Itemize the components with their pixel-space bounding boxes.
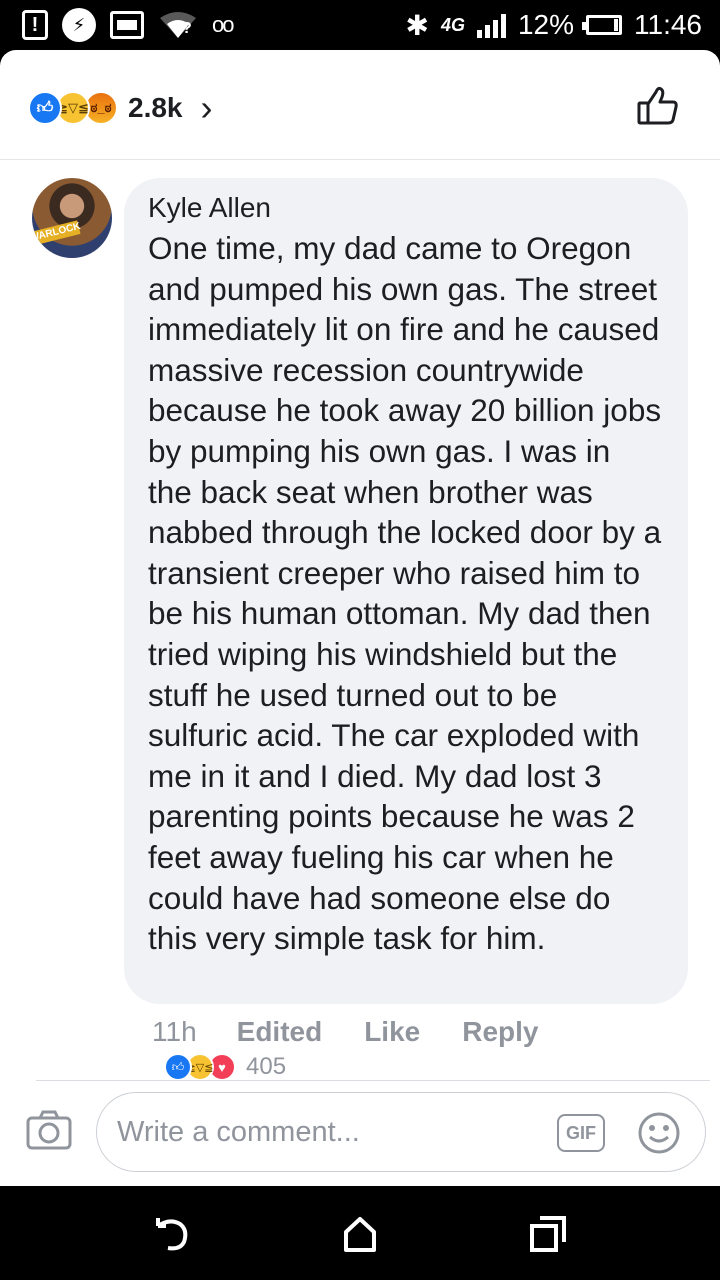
thumbs-up-outline-icon[interactable] bbox=[636, 84, 680, 128]
status-bar-left: ! ⚡ ? oo bbox=[22, 8, 235, 42]
network-type: 4G bbox=[440, 14, 465, 35]
comment-input[interactable] bbox=[117, 1107, 537, 1157]
reactions-summary[interactable]: 👍︎ ≧▽≦ ಠ_ಠ 2.8k › bbox=[28, 90, 213, 126]
comments-sheet: 👍︎ ≧▽≦ ಠ_ಠ 2.8k › WARLOCK Kyle Allen One… bbox=[0, 50, 720, 1186]
sticker-smiley-icon[interactable] bbox=[637, 1111, 681, 1155]
comment-reaction-count: 405 bbox=[246, 1054, 287, 1080]
comment-meta: 11h Edited Like Reply bbox=[152, 1016, 538, 1048]
clock: 11:46 bbox=[634, 9, 702, 40]
back-icon[interactable] bbox=[152, 1214, 192, 1254]
like-reaction-icon: 👍︎ bbox=[164, 1054, 192, 1080]
comment-composer[interactable]: GIF bbox=[96, 1092, 706, 1172]
card-icon bbox=[110, 11, 144, 39]
comment-timestamp[interactable]: 11h bbox=[152, 1016, 197, 1048]
status-bar-right: ✱ 4G 12% 11:46 bbox=[405, 6, 702, 44]
wifi-icon: ? bbox=[158, 10, 198, 40]
voicemail-icon: oo bbox=[212, 12, 235, 37]
camera-icon[interactable] bbox=[26, 1110, 72, 1150]
messenger-icon: ⚡ bbox=[62, 8, 96, 42]
comment-text: One time, my dad came to Oregon and pump… bbox=[148, 230, 662, 957]
composer-divider bbox=[36, 1080, 710, 1081]
home-icon[interactable] bbox=[340, 1214, 380, 1254]
chevron-right-icon: › bbox=[200, 87, 213, 128]
gif-button[interactable]: GIF bbox=[557, 1114, 605, 1152]
recents-icon[interactable] bbox=[528, 1214, 568, 1254]
reactions-header[interactable]: 👍︎ ≧▽≦ ಠ_ಠ 2.8k › bbox=[0, 50, 720, 160]
navigation-bar bbox=[0, 1186, 720, 1280]
battery-percent: 12% bbox=[517, 9, 574, 40]
avatar-tag: WARLOCK bbox=[32, 220, 82, 246]
comment-author[interactable]: Kyle Allen bbox=[148, 192, 662, 224]
comment-reactions[interactable]: 👍︎ ≧▽≦ ♥ 405 bbox=[164, 1054, 286, 1080]
edited-label[interactable]: Edited bbox=[237, 1016, 323, 1048]
reactions-count: 2.8k bbox=[128, 92, 183, 123]
alert-icon: ! bbox=[22, 10, 48, 40]
bluetooth-icon: ✱ bbox=[405, 9, 429, 41]
wifi-badge: ? bbox=[182, 20, 192, 37]
avatar[interactable]: WARLOCK bbox=[32, 178, 112, 258]
signal-icon bbox=[476, 12, 506, 38]
reply-button[interactable]: Reply bbox=[462, 1016, 538, 1048]
status-bar: ! ⚡ ? oo ✱ 4G 12% 11:46 bbox=[0, 0, 720, 50]
like-reaction-icon: 👍︎ bbox=[28, 91, 62, 125]
battery-icon bbox=[582, 15, 622, 35]
comment-bubble[interactable]: Kyle Allen One time, my dad came to Oreg… bbox=[124, 178, 688, 1004]
like-button[interactable]: Like bbox=[364, 1016, 420, 1048]
